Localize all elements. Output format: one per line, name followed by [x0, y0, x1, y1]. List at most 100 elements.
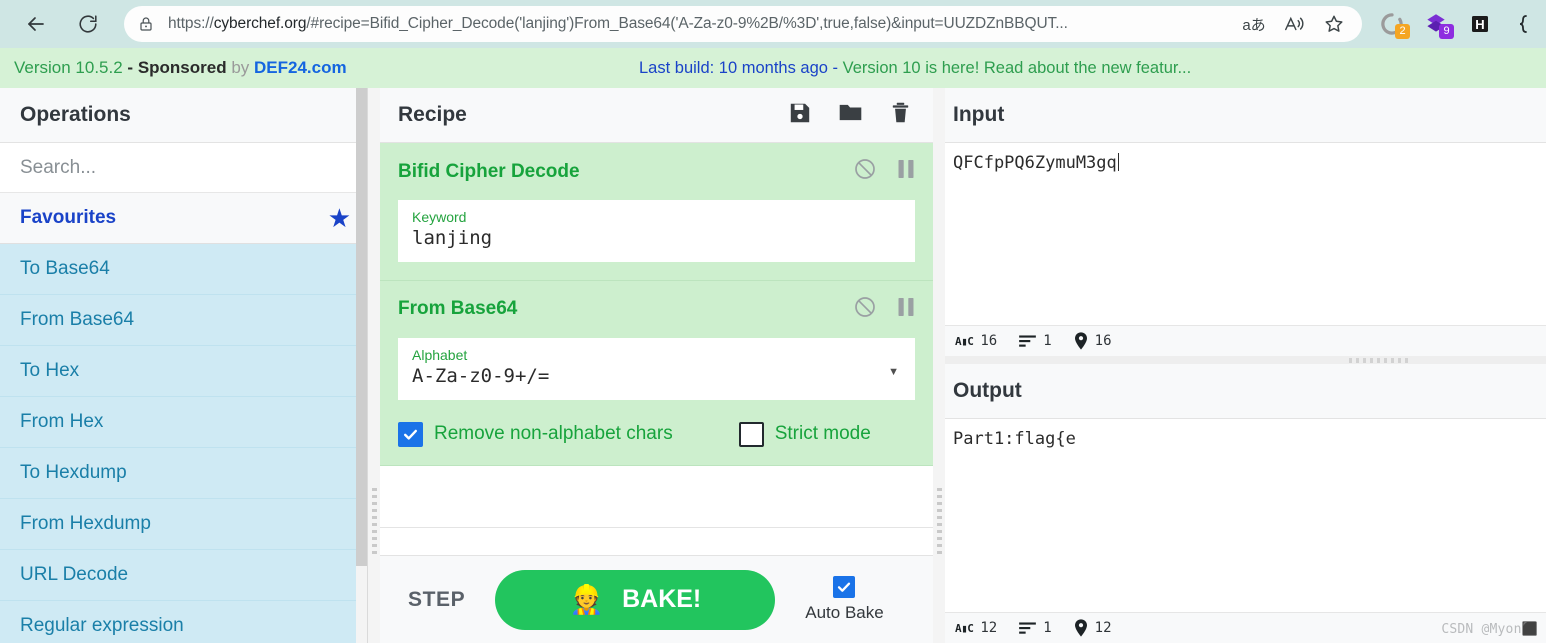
- operation-label: From Hex: [20, 411, 104, 432]
- argument-select[interactable]: Alphabet A-Za-z0-9+/= ▼: [398, 337, 915, 400]
- output-status-bar: A▮C 12 1 12 CSDN @Myon⬛: [945, 612, 1546, 643]
- translate-label: aあ: [1242, 16, 1266, 34]
- search-input[interactable]: [0, 143, 367, 193]
- recipe-operation-name: Bifid Cipher Decode: [398, 160, 580, 182]
- pause-icon[interactable]: [897, 159, 915, 184]
- banner-separator: -: [827, 58, 843, 77]
- operation-list-item[interactable]: From Hexdump: [0, 499, 367, 550]
- map-pin-icon: [1074, 332, 1088, 350]
- extension-button-h[interactable]: H: [1458, 0, 1502, 48]
- recipe-empty-area[interactable]: [380, 465, 933, 528]
- checkbox-box[interactable]: [738, 421, 764, 447]
- browser-toolbar: https://cyberchef.org/#recipe=Bifid_Ciph…: [0, 0, 1546, 48]
- banner-def24-link[interactable]: DEF24.com: [254, 58, 347, 77]
- divider-grip-right[interactable]: [937, 488, 942, 554]
- operation-list-item[interactable]: To Base64: [0, 244, 367, 295]
- input-lines-value: 1: [1043, 333, 1052, 349]
- argument-checkbox-row: Remove non-alphabet chars Strict mode: [398, 421, 915, 447]
- output-length-value: 12: [980, 620, 998, 636]
- output-lines-stat: 1: [1019, 620, 1052, 636]
- banner-build-text: Last build: 10 months ago - Version 10 i…: [639, 59, 1191, 78]
- disable-icon[interactable]: [853, 157, 877, 186]
- save-recipe-icon[interactable]: [787, 100, 813, 131]
- recipe-operation-header: From Base64: [398, 295, 915, 324]
- input-textarea[interactable]: QFCfpPQ6ZymuM3gq: [945, 143, 1546, 325]
- pause-icon[interactable]: [897, 297, 915, 322]
- check-icon: [403, 429, 418, 440]
- extension-button-purple[interactable]: 9: [1414, 0, 1458, 48]
- divider-grip-left[interactable]: [372, 488, 377, 554]
- input-length-stat: A▮C 16: [955, 333, 997, 349]
- translate-button[interactable]: aあ: [1234, 8, 1274, 40]
- operations-recipe-divider[interactable]: [368, 88, 380, 643]
- argument-value: A-Za-z0-9+/=: [412, 365, 550, 388]
- argument-checkbox[interactable]: Strict mode: [738, 421, 871, 447]
- banner-last-build[interactable]: Last build: 10 months ago: [639, 59, 828, 77]
- recipe-operation-name: From Base64: [398, 298, 518, 320]
- output-textarea[interactable]: Part1:flag{e: [945, 419, 1546, 611]
- argument-checkbox[interactable]: Remove non-alphabet chars: [398, 421, 673, 447]
- back-button[interactable]: [16, 4, 56, 44]
- banner-sponsored: Sponsored: [137, 58, 227, 77]
- operation-list-item[interactable]: To Hex: [0, 346, 367, 397]
- output-position-stat: 12: [1074, 619, 1112, 637]
- address-bar[interactable]: https://cyberchef.org/#recipe=Bifid_Ciph…: [124, 6, 1362, 42]
- reload-button[interactable]: [68, 4, 108, 44]
- check-icon: [838, 582, 851, 592]
- star-outline-icon: [1325, 15, 1343, 32]
- io-splitter-grip[interactable]: [1349, 358, 1411, 363]
- operation-list-item[interactable]: From Hex: [0, 397, 367, 448]
- bake-button-label: BAKE!: [622, 585, 702, 613]
- h-extension-icon: H: [1472, 16, 1488, 32]
- auto-bake-label: Auto Bake: [805, 603, 884, 622]
- input-position-stat: 16: [1074, 332, 1112, 350]
- recipe-operation[interactable]: Bifid Cipher Decode Keyword lanjing: [380, 143, 933, 281]
- recipe-operation[interactable]: From Base64 Alphabet A-Za-z0-9+/= ▼ Remove n…: [380, 280, 933, 466]
- operation-label: To Hexdump: [20, 462, 127, 483]
- address-bar-text: https://cyberchef.org/#recipe=Bifid_Ciph…: [168, 15, 1068, 32]
- star-filled-icon: ★: [327, 203, 351, 233]
- operations-scrollbar[interactable]: [356, 88, 367, 643]
- operation-label: Regular expression: [20, 615, 184, 636]
- chevron-down-icon[interactable]: ▼: [888, 366, 899, 378]
- step-button[interactable]: STEP: [408, 588, 465, 612]
- argument-label: Keyword: [412, 209, 467, 225]
- braces-extension-icon: [1519, 15, 1527, 33]
- read-aloud-button[interactable]: [1274, 8, 1314, 40]
- argument-value: lanjing: [412, 227, 493, 250]
- recipe-io-divider[interactable]: [933, 88, 945, 643]
- load-recipe-icon[interactable]: [837, 99, 864, 131]
- favourites-category-header[interactable]: Favourites ★: [0, 193, 367, 244]
- operations-scrollbar-thumb[interactable]: [356, 88, 367, 566]
- chef-icon: 👷: [569, 584, 605, 615]
- banner-version: Version 10.5.2: [14, 58, 123, 77]
- bake-button[interactable]: 👷 BAKE!: [495, 569, 776, 630]
- recipe-operation-controls: [853, 157, 915, 186]
- lines-icon: [1019, 621, 1037, 635]
- output-section: Output Part1:flag{e A▮C 12 1 12 CSDN @My…: [945, 364, 1546, 643]
- extension-button-braces[interactable]: [1502, 0, 1546, 48]
- extension-button-adblock[interactable]: 2: [1370, 0, 1414, 48]
- io-splitter[interactable]: [945, 356, 1546, 364]
- banner-sponsor-text: Version 10.5.2 - Sponsored by DEF24.com: [14, 58, 347, 78]
- auto-bake-checkbox[interactable]: [833, 576, 856, 598]
- operation-list-item[interactable]: To Hexdump: [0, 448, 367, 499]
- checkbox-label: Remove non-alphabet chars: [434, 423, 673, 445]
- operation-list-item[interactable]: From Base64: [0, 295, 367, 346]
- banner-news-link[interactable]: Version 10 is here! Read about the new f…: [843, 59, 1192, 77]
- argument-text-field[interactable]: Keyword lanjing: [398, 200, 915, 262]
- auto-bake-control[interactable]: Auto Bake: [805, 576, 884, 623]
- checkbox-label: Strict mode: [774, 423, 871, 445]
- checkbox-box[interactable]: [398, 421, 423, 447]
- operation-list-item[interactable]: Regular expression: [0, 601, 367, 643]
- disable-icon[interactable]: [853, 295, 877, 324]
- cyberchef-app: Operations Favourites ★ To Base64 From Ba…: [0, 88, 1546, 643]
- output-lines-value: 1: [1043, 620, 1052, 636]
- favourites-label: Favourites: [20, 207, 117, 228]
- clear-recipe-icon[interactable]: [888, 100, 913, 130]
- input-lines-stat: 1: [1019, 333, 1052, 349]
- operation-list-item[interactable]: URL Decode: [0, 550, 367, 601]
- operation-label: URL Decode: [20, 564, 129, 585]
- operation-label: From Hexdump: [20, 513, 151, 534]
- add-favorite-button[interactable]: [1314, 8, 1354, 40]
